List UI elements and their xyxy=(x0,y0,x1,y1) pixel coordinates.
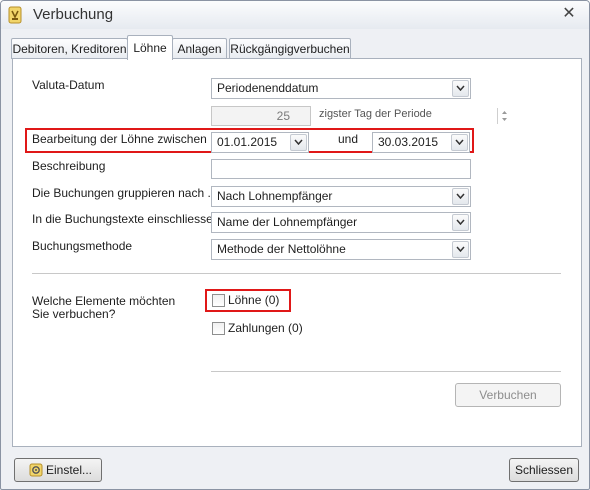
method-label: Buchungsmethode xyxy=(32,239,133,253)
day-of-period-stepper[interactable]: 25 xyxy=(211,106,507,126)
chevron-down-icon[interactable] xyxy=(452,241,469,258)
tab-label: Löhne xyxy=(133,41,167,55)
description-label: Beschreibung xyxy=(32,159,106,173)
method-select[interactable]: Methode der Nettolöhne xyxy=(211,239,471,260)
verbuchung-dialog: Verbuchung ✕ Debitoren, Kreditoren Löhne… xyxy=(0,0,590,490)
period-from-date[interactable]: 01.01.2015 xyxy=(211,132,309,153)
elements-question-line1: Welche Elemente möchten xyxy=(32,294,176,308)
period-and-label: und xyxy=(338,132,359,146)
texts-label: In die Buchungstexte einschliessen xyxy=(32,212,220,226)
loehne-panel: Valuta-Datum Periodenenddatum 25 zigster… xyxy=(12,58,582,447)
close-button[interactable]: Schliessen xyxy=(509,458,579,482)
valuta-select[interactable]: Periodenenddatum xyxy=(211,78,471,99)
valuta-value: Periodenenddatum xyxy=(217,81,319,95)
stepper-arrows-icon[interactable] xyxy=(497,108,511,124)
tab-label: Rückgängigverbuchen xyxy=(230,42,350,56)
app-logo-icon xyxy=(8,6,22,24)
tab-label: Anlagen xyxy=(177,42,222,56)
grouping-value: Nach Lohnempfänger xyxy=(217,189,333,203)
tab-anlagen[interactable]: Anlagen xyxy=(172,38,227,59)
tab-label: Debitoren, Kreditoren xyxy=(12,42,127,56)
payments-checkbox[interactable] xyxy=(212,322,225,335)
tab-debitoren-kreditoren[interactable]: Debitoren, Kreditoren xyxy=(11,38,128,59)
grouping-select[interactable]: Nach Lohnempfänger xyxy=(211,186,471,207)
settings-button[interactable]: Einstel... xyxy=(14,458,102,482)
separator-line xyxy=(211,371,561,372)
tab-rueckgaengigverbuchen[interactable]: Rückgängigverbuchen xyxy=(229,38,351,59)
settings-label: Einstel... xyxy=(46,463,93,477)
tab-loehne[interactable]: Löhne xyxy=(127,35,173,60)
chevron-down-icon[interactable] xyxy=(451,134,468,151)
grouping-label: Die Buchungen gruppieren nach ... xyxy=(32,186,218,200)
salaries-label[interactable]: Löhne (0) xyxy=(228,293,279,307)
payments-label[interactable]: Zahlungen (0) xyxy=(228,321,303,335)
valuta-label: Valuta-Datum xyxy=(32,78,105,92)
post-button[interactable]: Verbuchen xyxy=(455,383,561,407)
day-of-period-suffix: zigster Tag der Periode xyxy=(319,108,432,120)
period-label: Bearbeitung der Löhne zwischen xyxy=(32,132,207,146)
elements-question-line2: Sie verbuchen? xyxy=(32,307,116,321)
separator-line xyxy=(32,273,561,274)
texts-select[interactable]: Name der Lohnempfänger xyxy=(211,212,471,233)
close-icon[interactable]: ✕ xyxy=(559,5,579,23)
chevron-down-icon[interactable] xyxy=(452,188,469,205)
period-to-date[interactable]: 30.03.2015 xyxy=(372,132,470,153)
texts-value: Name der Lohnempfänger xyxy=(217,215,358,229)
day-of-period-value: 25 xyxy=(276,109,290,123)
title-bar: Verbuchung ✕ xyxy=(1,1,589,29)
window-title: Verbuchung xyxy=(33,6,114,23)
salaries-checkbox[interactable] xyxy=(212,294,225,307)
chevron-down-icon[interactable] xyxy=(290,134,307,151)
chevron-down-icon[interactable] xyxy=(452,80,469,97)
chevron-down-icon[interactable] xyxy=(452,214,469,231)
period-from-value: 01.01.2015 xyxy=(217,135,278,149)
period-to-value: 30.03.2015 xyxy=(378,135,439,149)
description-input[interactable] xyxy=(211,159,471,179)
gear-icon xyxy=(29,463,43,477)
method-value: Methode der Nettolöhne xyxy=(217,242,346,256)
